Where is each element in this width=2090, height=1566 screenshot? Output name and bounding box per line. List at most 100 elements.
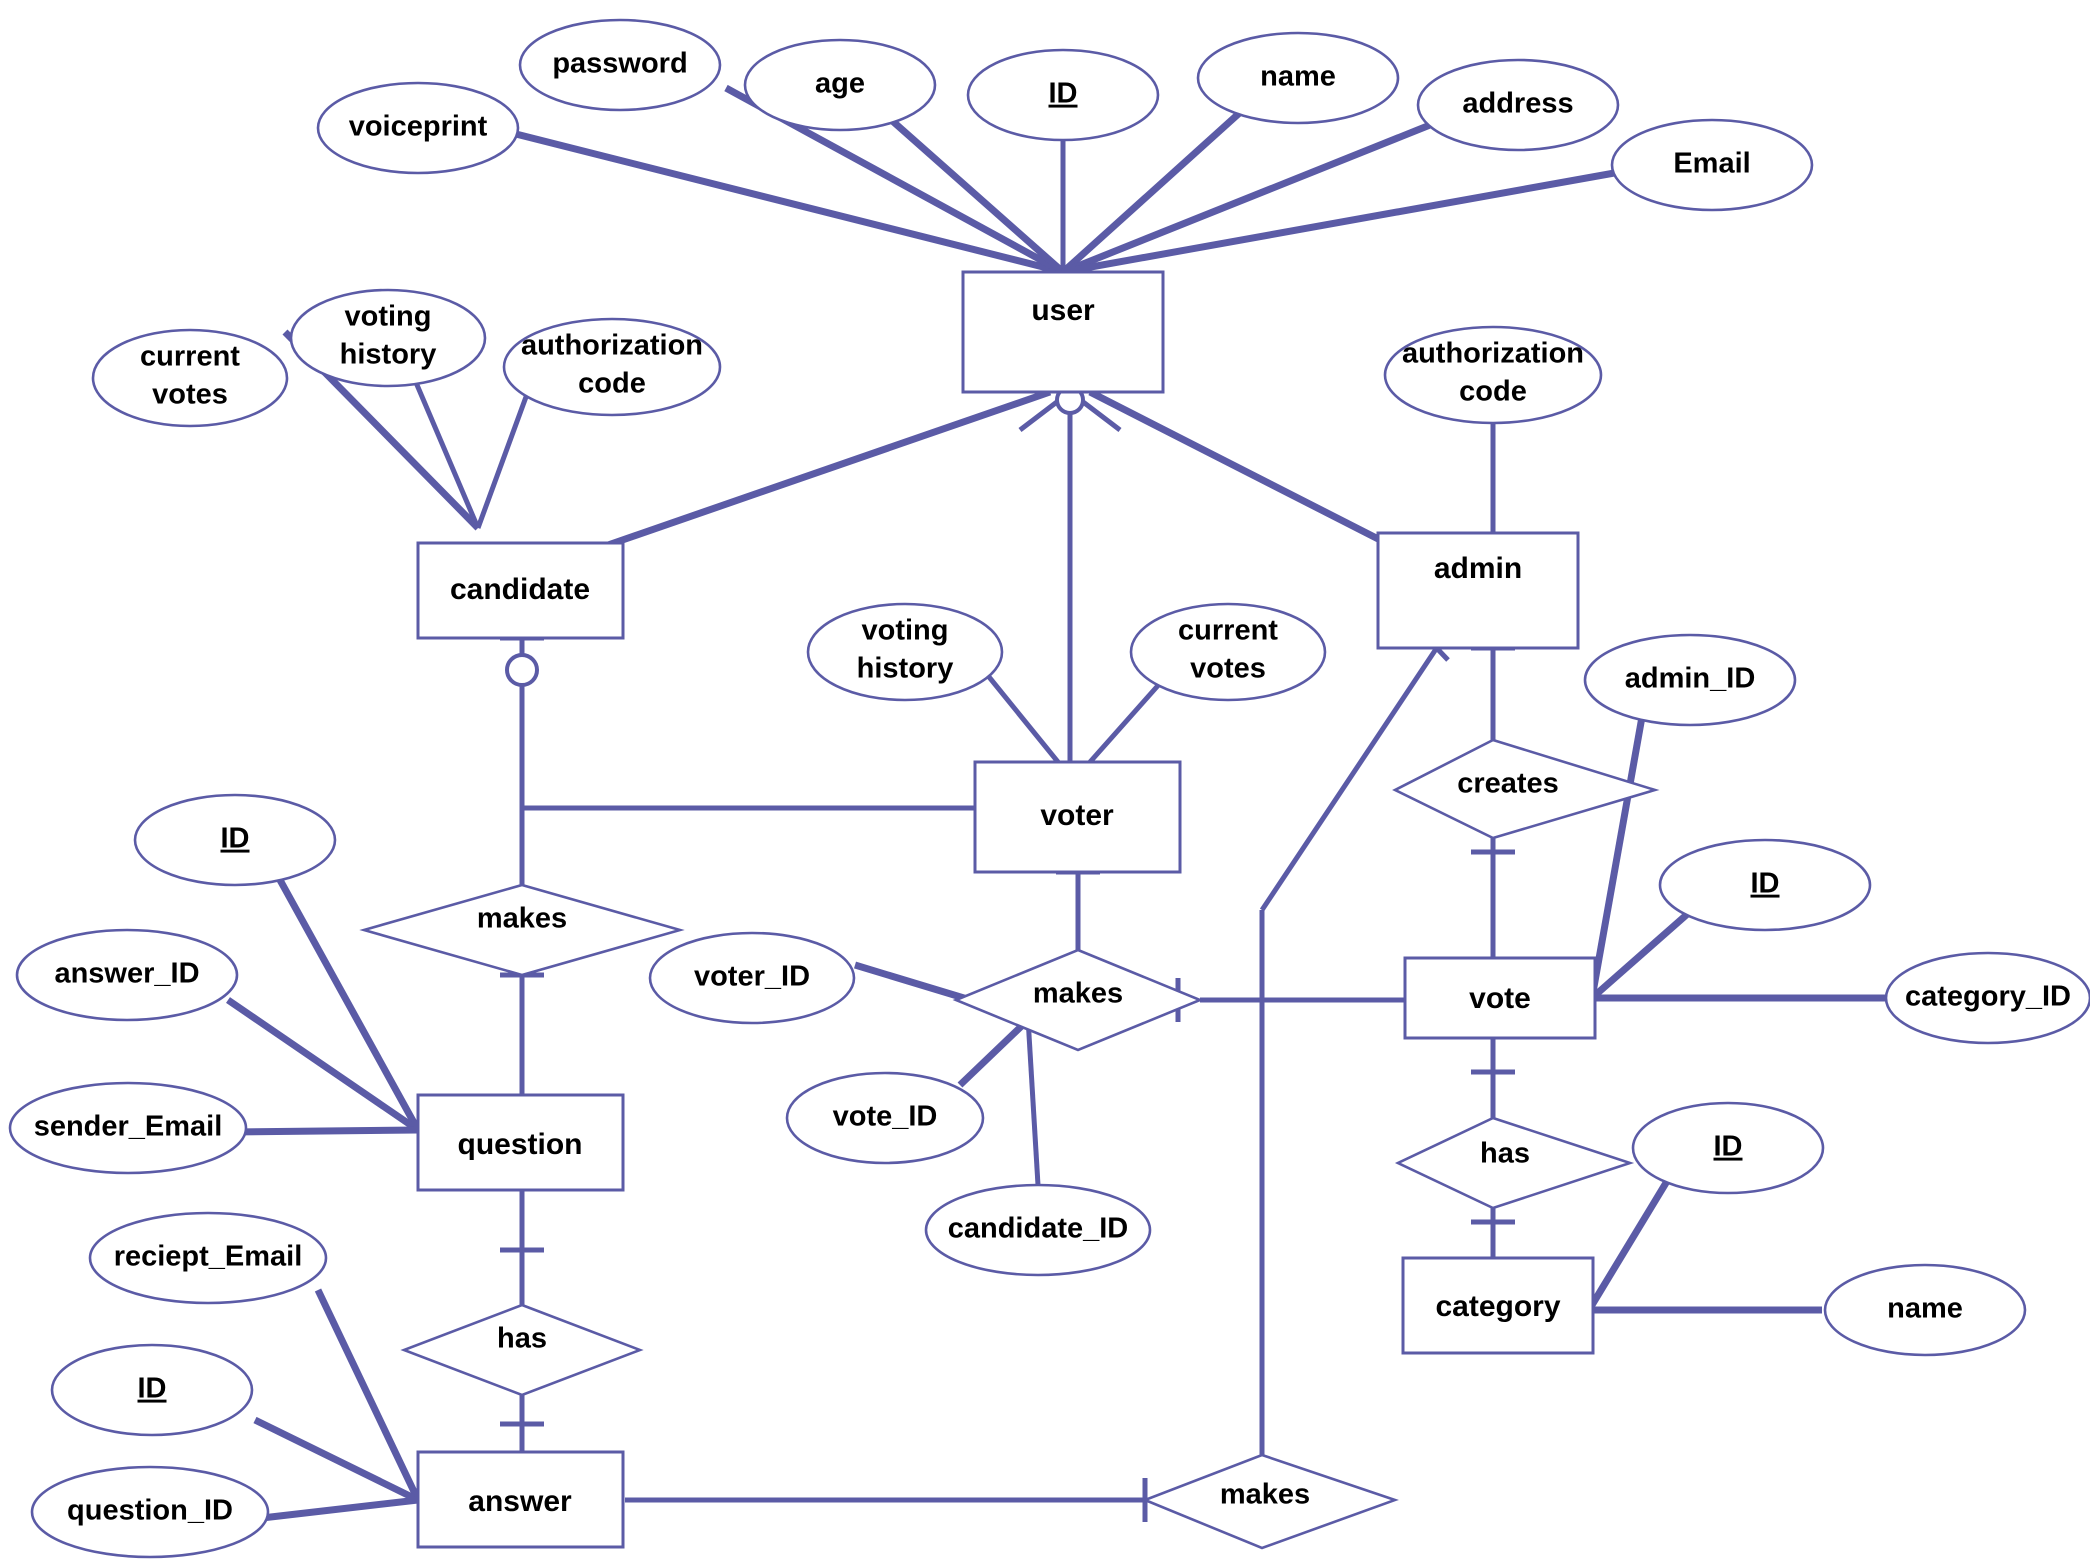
edge-makes-candidate-id — [1025, 1017, 1041, 1186]
attribute-candidate-voting-history-line2: history — [340, 339, 437, 371]
edge-answer-id — [253, 1416, 420, 1504]
attribute-address[interactable]: address — [1416, 58, 1620, 152]
edge-voter-voting-history — [983, 670, 1060, 764]
attribute-candidate-auth-line2: code — [578, 368, 646, 400]
attribute-name[interactable]: name — [1196, 31, 1400, 125]
attribute-makes-vote-id[interactable]: vote_ID — [785, 1071, 985, 1165]
attribute-user-id-label: ID — [1049, 78, 1078, 110]
attribute-vote-id[interactable]: ID — [1658, 838, 1872, 932]
edge-question-sender-email — [231, 1126, 419, 1136]
entity-admin-label: admin — [1434, 552, 1522, 585]
attribute-makes-candidate-id-label: candidate_ID — [948, 1213, 1129, 1245]
attribute-question-answer-id[interactable]: answer_ID — [15, 928, 239, 1022]
attribute-question-sender-email[interactable]: sender_Email — [8, 1081, 248, 1175]
attribute-voter-current-votes[interactable]: current votes — [1129, 602, 1327, 702]
attribute-admin-auth-line1: authorization — [1402, 338, 1584, 370]
attribute-category-name[interactable]: name — [1823, 1263, 2027, 1357]
attribute-candidate-authorization-code[interactable]: authorization code — [502, 317, 722, 417]
edge-user-address — [1061, 121, 1432, 276]
attribute-voiceprint-label: voiceprint — [349, 111, 488, 143]
attribute-password-label: password — [552, 48, 687, 80]
attribute-vote-admin-id[interactable]: admin_ID — [1583, 633, 1797, 727]
attribute-voter-voting-history-line2: history — [857, 653, 954, 685]
attribute-voiceprint[interactable]: voiceprint — [316, 81, 520, 175]
attribute-question-answer-id-label: answer_ID — [54, 958, 199, 990]
entity-candidate-label: candidate — [450, 573, 590, 606]
attribute-candidate-auth-line1: authorization — [521, 330, 703, 362]
relationship-makes-voter-vote[interactable]: makes — [952, 948, 1204, 1052]
entity-voter[interactable]: voter — [973, 760, 1182, 874]
attribute-vote-category-id-label: category_ID — [1905, 981, 2071, 1013]
attribute-question-sender-email-label: sender_Email — [34, 1111, 223, 1143]
edge-user-candidate — [606, 388, 1052, 549]
attribute-candidate-voting-history-line1: voting — [345, 301, 432, 333]
attribute-password[interactable]: password — [518, 18, 722, 112]
attribute-makes-vote-id-label: vote_ID — [833, 1101, 938, 1133]
cardinality-layer — [500, 385, 1515, 1522]
attribute-voter-voting-history-line1: voting — [862, 615, 949, 647]
er-diagram-svg: user candidate voter admin question answ… — [8, 18, 2090, 1559]
attribute-answer-receipt-email-label: reciept_Email — [114, 1241, 303, 1273]
attribute-question-id[interactable]: ID — [133, 793, 337, 887]
relationship-has-vc-label: has — [1480, 1138, 1530, 1170]
attribute-answer-id[interactable]: ID — [50, 1343, 254, 1437]
attribute-email-label: Email — [1673, 148, 1750, 180]
entity-category[interactable]: category — [1401, 1256, 1595, 1355]
entity-voter-label: voter — [1040, 799, 1114, 832]
attribute-admin-authorization-code[interactable]: authorization code — [1383, 325, 1603, 425]
attribute-makes-candidate-id[interactable]: candidate_ID — [924, 1183, 1152, 1277]
attribute-candidate-current-votes-line1: current — [140, 341, 240, 373]
attribute-category-name-label: name — [1887, 1293, 1963, 1325]
entity-admin[interactable]: admin — [1376, 531, 1580, 650]
attribute-age-label: age — [815, 68, 865, 100]
attribute-answer-question-id-label: question_ID — [67, 1495, 233, 1527]
entity-user-label: user — [1031, 294, 1095, 327]
attribute-category-id[interactable]: ID — [1631, 1101, 1825, 1195]
relationship-makes-admin-answer[interactable]: makes — [1141, 1453, 1399, 1550]
attribute-answer-id-label: ID — [138, 1373, 167, 1405]
edge-user-email — [1062, 168, 1621, 276]
attribute-answer-question-id[interactable]: question_ID — [30, 1465, 270, 1559]
attribute-address-label: address — [1462, 88, 1573, 120]
relationship-makes-cq-label: makes — [477, 903, 567, 935]
edge-user-admin — [1088, 388, 1392, 549]
attribute-makes-voter-id-label: voter_ID — [694, 961, 810, 993]
attribute-admin-auth-line2: code — [1459, 376, 1527, 408]
entity-candidate[interactable]: candidate — [416, 541, 625, 640]
entity-answer[interactable]: answer — [416, 1450, 625, 1549]
attribute-candidate-current-votes[interactable]: current votes — [91, 328, 289, 428]
relationship-creates-admin-vote[interactable]: creates — [1392, 738, 1660, 840]
attribute-category-id-label: ID — [1714, 1131, 1743, 1163]
relationship-has-vote-category[interactable]: has — [1394, 1116, 1635, 1210]
attribute-age[interactable]: age — [743, 38, 937, 132]
attribute-email[interactable]: Email — [1610, 118, 1814, 212]
relationship-makes-aa-label: makes — [1220, 1479, 1310, 1511]
relationship-makes-candidate-question[interactable]: makes — [359, 883, 685, 977]
attribute-vote-category-id[interactable]: category_ID — [1884, 951, 2090, 1045]
relationship-has-question-answer[interactable]: has — [400, 1303, 644, 1397]
attribute-answer-receipt-email[interactable]: reciept_Email — [88, 1211, 328, 1305]
attribute-makes-voter-id[interactable]: voter_ID — [648, 931, 856, 1025]
entity-answer-label: answer — [468, 1485, 572, 1518]
attribute-voter-voting-history[interactable]: voting history — [806, 602, 1004, 702]
entity-category-label: category — [1435, 1290, 1560, 1323]
entity-user[interactable]: user — [961, 270, 1165, 394]
attribute-question-id-label: ID — [221, 823, 250, 855]
attribute-candidate-voting-history[interactable]: voting history — [289, 288, 487, 388]
attribute-vote-id-label: ID — [1751, 868, 1780, 900]
entity-question-label: question — [458, 1128, 583, 1161]
edge-makes-vote-id — [957, 1015, 1033, 1088]
relationship-creates-label: creates — [1457, 768, 1559, 800]
attribute-candidate-current-votes-line2: votes — [152, 379, 228, 411]
attribute-user-id[interactable]: ID — [966, 48, 1160, 142]
entity-vote[interactable]: vote — [1403, 956, 1597, 1040]
attribute-vote-admin-id-label: admin_ID — [1625, 663, 1756, 695]
edge-vote-admin-id — [1588, 699, 1649, 999]
edge-category-id — [1589, 1166, 1678, 1307]
edge-answer-question-id — [261, 1496, 419, 1522]
entity-question[interactable]: question — [416, 1093, 625, 1192]
attribute-name-label: name — [1260, 61, 1336, 93]
edge-question-answer-id — [226, 997, 420, 1133]
edge-answer-receipt-email — [314, 1288, 422, 1502]
edge-question-id — [276, 878, 422, 1132]
